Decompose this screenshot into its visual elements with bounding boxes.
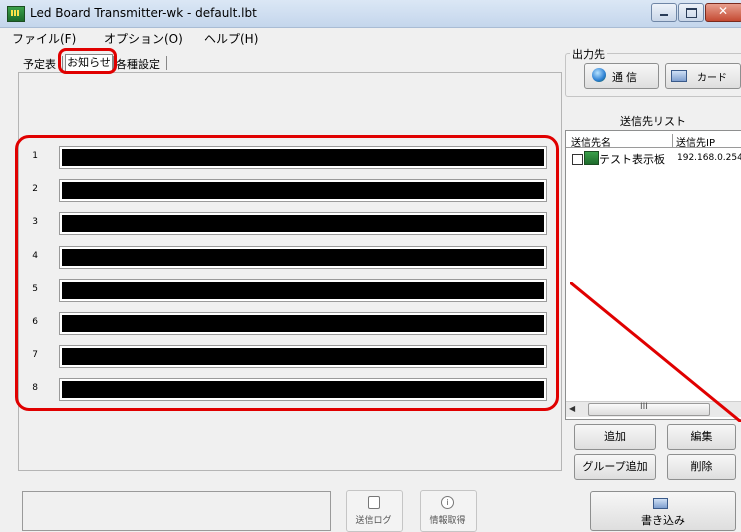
destination-name[interactable]: テスト表示板 (599, 151, 665, 167)
menu-file[interactable]: ファイル(F) (12, 30, 76, 47)
write-label: 書き込み (641, 514, 685, 527)
destination-ip[interactable]: 192.168.0.254 (677, 153, 741, 163)
card-write-icon (653, 498, 668, 509)
get-info-label: 情報取得 (429, 516, 466, 526)
row-number: 8 (32, 383, 38, 393)
card-label: カード (697, 73, 727, 84)
menu-help[interactable]: ヘルプ(H) (204, 30, 258, 47)
info-icon: i (441, 496, 454, 509)
tab-settings[interactable]: 各種設定 (116, 56, 160, 72)
tab-separator (113, 56, 114, 70)
column-header-name[interactable]: 送信先名 (571, 134, 611, 149)
display-board-icon (584, 151, 599, 165)
annotation-arrow-line (570, 282, 741, 422)
notice-panel (18, 72, 562, 471)
message-input[interactable] (59, 246, 547, 269)
message-input[interactable] (59, 146, 547, 169)
delete-button[interactable]: 削除 (667, 454, 736, 480)
maximize-button[interactable] (678, 3, 704, 22)
document-icon (368, 496, 380, 509)
card-icon (671, 70, 687, 82)
message-input[interactable] (59, 279, 547, 302)
message-input[interactable] (59, 312, 547, 335)
send-log-label: 送信ログ (355, 516, 392, 526)
communication-label: 通信 (612, 71, 640, 84)
tab-separator (166, 56, 167, 70)
message-input[interactable] (59, 345, 547, 368)
output-group-title: 出力先 (570, 46, 607, 62)
row-number: 5 (32, 284, 38, 294)
message-input[interactable] (59, 212, 547, 235)
row-number: 2 (32, 184, 38, 194)
destination-list-title: 送信先リスト (620, 115, 686, 128)
tab-separator (62, 56, 63, 70)
add-group-button[interactable]: グループ追加 (574, 454, 656, 480)
minimize-button[interactable] (651, 3, 677, 22)
menu-options[interactable]: オプション(O) (104, 30, 183, 47)
edit-button[interactable]: 編集 (667, 424, 736, 450)
message-input[interactable] (59, 378, 547, 401)
tab-notice[interactable]: お知らせ (65, 54, 113, 71)
tab-schedule[interactable]: 予定表 (23, 56, 56, 72)
row-number: 7 (32, 350, 38, 360)
close-button[interactable] (705, 3, 741, 22)
row-number: 3 (32, 217, 38, 227)
row-number: 4 (32, 251, 38, 261)
column-divider[interactable] (672, 134, 673, 148)
add-button[interactable]: 追加 (574, 424, 656, 450)
row-number: 1 (32, 151, 38, 161)
menu-bar: ファイル(F) オプション(O) ヘルプ(H) (0, 28, 741, 46)
column-header-ip[interactable]: 送信先IP (676, 134, 715, 149)
annotation-arrow (570, 282, 741, 422)
row-number: 6 (32, 317, 38, 327)
destination-checkbox[interactable] (572, 154, 583, 165)
globe-icon (592, 68, 606, 82)
message-input[interactable] (59, 179, 547, 202)
led-board-app-icon (7, 6, 25, 22)
window-title: Led Board Transmitter-wk - default.lbt (30, 6, 257, 20)
status-box (22, 491, 331, 531)
